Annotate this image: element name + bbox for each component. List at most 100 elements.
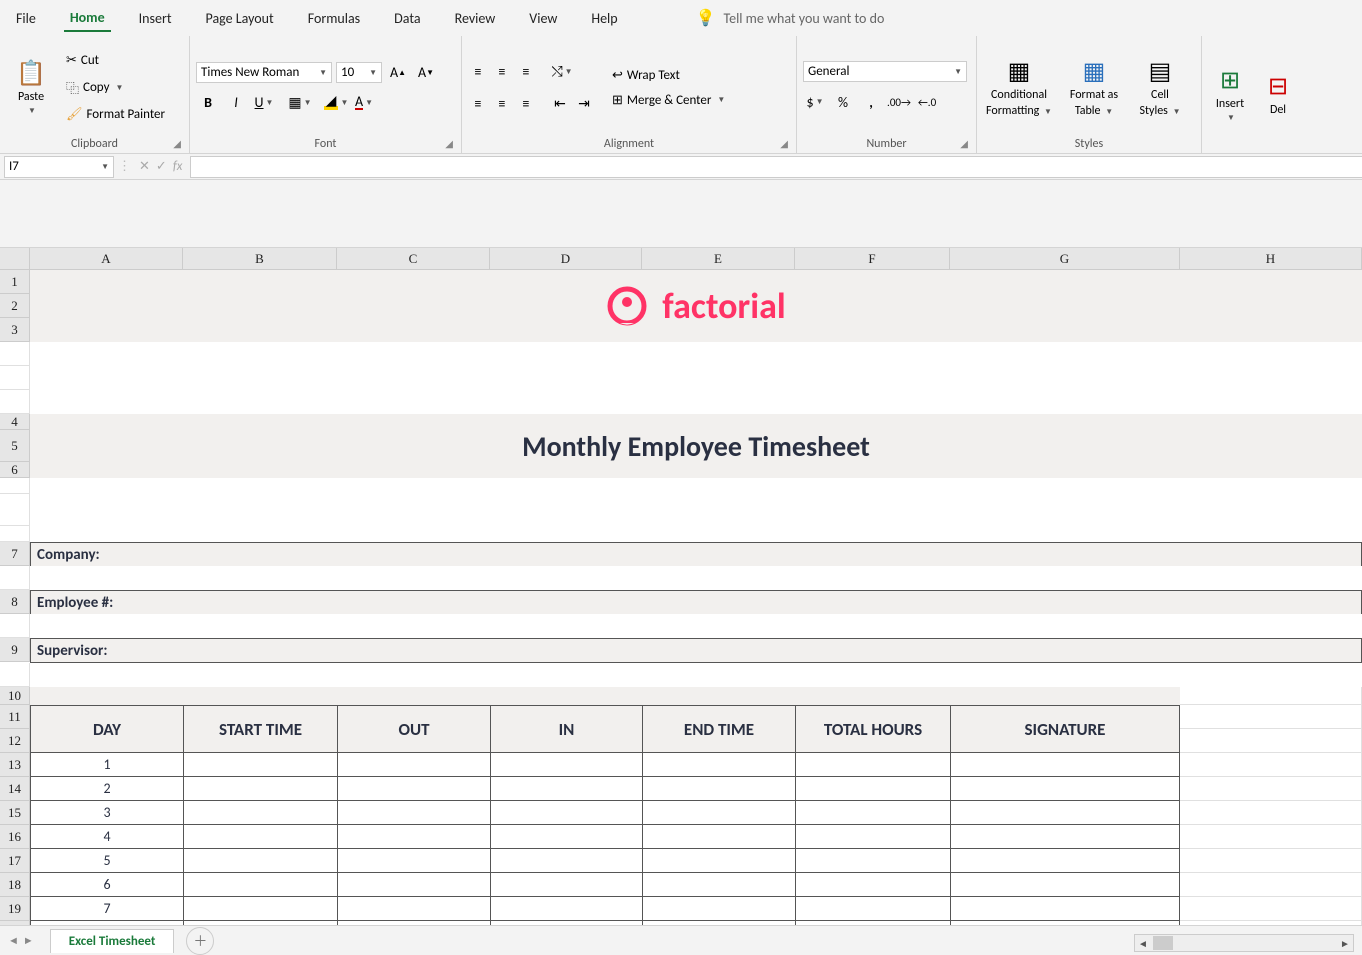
row-header[interactable]: 2 [0, 294, 30, 318]
shrink-font-button[interactable]: A▼ [414, 61, 438, 85]
cell-signature[interactable] [950, 777, 1180, 801]
col-header[interactable]: C [337, 248, 490, 270]
cell-start[interactable] [183, 801, 337, 825]
row-header[interactable]: 15 [0, 801, 30, 825]
accept-formula-icon[interactable]: ✓ [156, 159, 167, 174]
cell-total[interactable] [795, 825, 950, 849]
currency-button[interactable]: $▼ [803, 90, 827, 114]
cell-signature[interactable] [950, 753, 1180, 777]
tab-review[interactable]: Review [449, 6, 502, 31]
row-header[interactable]: 3 [0, 318, 30, 342]
cell-day[interactable]: 6 [30, 873, 183, 897]
font-color-button[interactable]: A▼ [352, 91, 376, 115]
col-header[interactable]: B [183, 248, 337, 270]
conditional-formatting-button[interactable]: ▦ Conditional Formatting ▼ [983, 44, 1055, 132]
cell-end[interactable] [642, 801, 795, 825]
format-as-table-button[interactable]: ▦ Format as Table ▼ [1061, 44, 1127, 132]
cell-start[interactable] [183, 753, 337, 777]
col-header[interactable]: E [642, 248, 795, 270]
cell-start[interactable] [183, 897, 337, 921]
add-sheet-button[interactable]: ＋ [186, 927, 214, 955]
cell-day[interactable]: 3 [30, 801, 183, 825]
cell-day[interactable]: 4 [30, 825, 183, 849]
grow-font-button[interactable]: A▲ [386, 61, 410, 85]
cell-in[interactable] [490, 849, 642, 873]
orientation-button[interactable]: ⤭▼ [550, 60, 574, 84]
bold-button[interactable]: B [196, 91, 220, 115]
tab-data[interactable]: Data [388, 6, 426, 31]
cell-signature[interactable] [950, 897, 1180, 921]
cell-end[interactable] [642, 849, 795, 873]
cell-total[interactable] [795, 801, 950, 825]
row-header[interactable]: 19 [0, 897, 30, 921]
info-supervisor[interactable]: Supervisor: [30, 638, 1362, 663]
select-all-corner[interactable] [0, 248, 30, 270]
row-header[interactable]: 9 [0, 638, 30, 662]
fx-icon[interactable]: fx [173, 159, 183, 174]
font-name-combo[interactable]: Times New Roman▼ [196, 62, 332, 83]
cell-out[interactable] [337, 897, 490, 921]
cell-end[interactable] [642, 825, 795, 849]
cell-out[interactable] [337, 873, 490, 897]
decrease-indent-button[interactable]: ⇤ [550, 92, 570, 116]
row-header[interactable]: 18 [0, 873, 30, 897]
tab-insert[interactable]: Insert [133, 6, 178, 31]
dialog-launcher-icon[interactable]: ◢ [960, 137, 968, 150]
cell-start[interactable] [183, 873, 337, 897]
cell-in[interactable] [490, 897, 642, 921]
dialog-launcher-icon[interactable]: ◢ [780, 137, 788, 150]
borders-button[interactable]: ▦▼ [288, 91, 312, 115]
name-box[interactable]: I7▼ [4, 156, 114, 178]
cell-in[interactable] [490, 753, 642, 777]
cell-out[interactable] [337, 825, 490, 849]
row-header[interactable]: 16 [0, 825, 30, 849]
cancel-formula-icon[interactable]: ✕ [139, 159, 150, 174]
info-employee[interactable]: Employee #: [30, 590, 1362, 614]
tab-view[interactable]: View [523, 6, 563, 31]
cell-start[interactable] [183, 777, 337, 801]
tab-formulas[interactable]: Formulas [302, 6, 366, 31]
delete-cells-button[interactable]: ⊟ Del [1258, 51, 1298, 139]
col-header[interactable]: D [490, 248, 642, 270]
cell-end[interactable] [642, 873, 795, 897]
number-format-combo[interactable]: General▼ [803, 61, 967, 82]
cell-out[interactable] [337, 753, 490, 777]
cell-out[interactable] [337, 777, 490, 801]
fill-color-button[interactable]: ◢▼ [324, 91, 348, 115]
cell-end[interactable] [642, 897, 795, 921]
align-top-button[interactable]: ≡ [468, 60, 488, 84]
increase-indent-button[interactable]: ⇥ [574, 92, 594, 116]
col-header[interactable]: H [1180, 248, 1362, 270]
tab-home[interactable]: Home [64, 5, 111, 32]
spreadsheet-grid[interactable]: A B C D E F G H 1 2 3 factorial 4 5 6 Mo… [0, 180, 1362, 925]
align-left-button[interactable]: ≡ [468, 92, 488, 116]
percent-button[interactable]: % [831, 90, 855, 114]
comma-button[interactable]: , [859, 90, 883, 114]
tab-page-layout[interactable]: Page Layout [200, 6, 280, 31]
row-header[interactable]: 4 [0, 414, 30, 430]
cell-total[interactable] [795, 753, 950, 777]
row-header[interactable]: 13 [0, 753, 30, 777]
formula-input[interactable] [190, 156, 1362, 178]
dialog-launcher-icon[interactable]: ◢ [173, 137, 181, 150]
cell-total[interactable] [795, 849, 950, 873]
align-right-button[interactable]: ≡ [516, 92, 536, 116]
horizontal-scrollbar[interactable]: ◄► [1134, 934, 1354, 952]
tab-nav-buttons[interactable]: ◄► [0, 934, 42, 947]
cell-signature[interactable] [950, 825, 1180, 849]
cell-end[interactable] [642, 753, 795, 777]
cell-in[interactable] [490, 801, 642, 825]
insert-cells-button[interactable]: ⊞ Insert ▼ [1208, 51, 1252, 139]
tell-me-search[interactable]: 💡 Tell me what you want to do [696, 8, 885, 28]
italic-button[interactable]: I [224, 91, 248, 115]
format-painter-button[interactable]: 🖌Format Painter [62, 104, 169, 125]
cell-in[interactable] [490, 777, 642, 801]
copy-button[interactable]: ⿻Copy▼ [62, 75, 169, 100]
align-center-button[interactable]: ≡ [492, 92, 512, 116]
cell-out[interactable] [337, 849, 490, 873]
cell-styles-button[interactable]: ▤ Cell Styles ▼ [1133, 44, 1187, 132]
align-bottom-button[interactable]: ≡ [516, 60, 536, 84]
cell-total[interactable] [795, 873, 950, 897]
row-header[interactable]: 6 [0, 462, 30, 478]
wrap-text-button[interactable]: ↩Wrap Text [608, 65, 729, 86]
